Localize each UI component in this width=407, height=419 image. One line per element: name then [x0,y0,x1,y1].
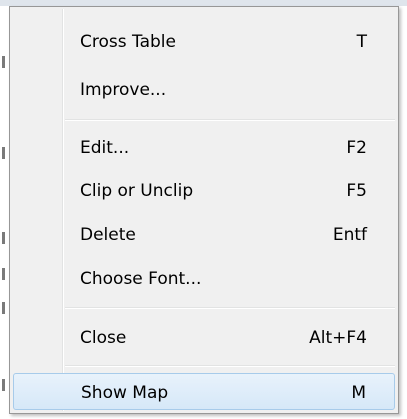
menu-item-cross-table[interactable]: Cross Table T [13,23,395,60]
menu-item-choose-font[interactable]: Choose Font... [13,260,395,297]
underlying-window-tick [2,302,5,314]
menu-item-shortcut: Entf [332,225,367,245]
menu-item-label: Cross Table [80,32,176,52]
underlying-window-tick [2,56,5,68]
underlying-window-tick [2,232,5,244]
menu-item-label: Edit... [80,138,130,158]
underlying-window-tick [2,147,5,159]
menu-item-shortcut: F5 [346,181,367,201]
underlying-window-tick [2,379,5,391]
menu-item-clip-or-unclip[interactable]: Clip or Unclip F5 [13,172,395,209]
menu-item-shortcut: F2 [346,138,367,158]
menu-item-label: Clip or Unclip [80,181,194,201]
menu-item-label: Close [80,328,127,348]
menu-separator [65,365,395,367]
menu-item-shortcut: T [356,32,367,52]
context-menu: Cross Table T Improve... Edit... F2 Clip… [9,6,399,414]
underlying-window-tick [2,268,5,280]
menu-item-label: Delete [80,225,136,245]
menu-item-label: Show Map [81,383,169,403]
menu-item-show-map[interactable]: Show Map M [13,373,395,410]
menu-item-label: Improve... [80,80,167,100]
menu-item-shortcut: Alt+F4 [309,328,367,348]
screen: Cross Table T Improve... Edit... F2 Clip… [0,0,407,419]
menu-item-close[interactable]: Close Alt+F4 [13,319,395,356]
menu-item-edit[interactable]: Edit... F2 [13,129,395,166]
menu-item-delete[interactable]: Delete Entf [13,216,395,253]
menu-separator [65,119,395,121]
menu-item-label: Choose Font... [80,269,202,289]
menu-item-shortcut: M [351,383,366,403]
menu-separator [65,307,395,309]
menu-item-improve[interactable]: Improve... [13,71,395,108]
